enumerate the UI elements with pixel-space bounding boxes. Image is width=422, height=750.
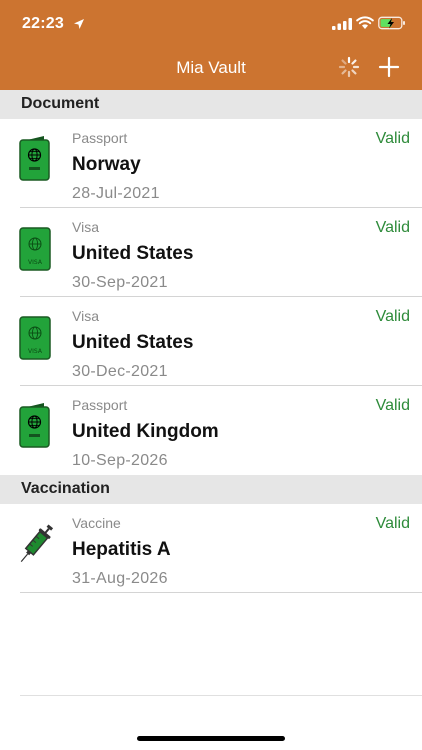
- passport-icon: [19, 136, 50, 181]
- wifi-icon: [356, 16, 374, 29]
- status-badge: Valid: [375, 397, 410, 414]
- status-badge: Valid: [375, 308, 410, 325]
- document-type: Passport: [72, 130, 128, 146]
- list-item[interactable]: Passport United Kingdom 10-Sep-2026 Vali…: [0, 386, 422, 475]
- document-date: 30-Dec-2021: [72, 363, 168, 380]
- svg-text:VISA: VISA: [28, 348, 43, 355]
- status-bar: 22:23: [0, 0, 422, 48]
- document-name: Hepatitis A: [72, 539, 171, 560]
- add-button[interactable]: [378, 56, 400, 78]
- document-date: 31-Aug-2026: [72, 570, 168, 587]
- navigation-header: 22:23 Mia Vault: [0, 0, 422, 90]
- document-name: Norway: [72, 154, 141, 175]
- cellular-signal-icon: [332, 18, 352, 30]
- syringe-icon: [20, 524, 54, 563]
- document-date: 10-Sep-2026: [72, 452, 168, 469]
- passport-icon: [19, 403, 50, 448]
- section-header-document: Document: [0, 90, 422, 119]
- location-arrow-icon: [74, 19, 84, 29]
- document-date: 30-Sep-2021: [72, 274, 168, 291]
- section-title: Vaccination: [21, 480, 110, 497]
- status-badge: Valid: [375, 130, 410, 147]
- battery-charging-icon: [378, 16, 405, 30]
- list-item[interactable]: VISA Visa United States 30-Dec-2021 Vali…: [0, 297, 422, 386]
- document-type: Visa: [72, 308, 99, 324]
- visa-icon: VISA: [19, 316, 51, 360]
- list-item[interactable]: Passport Norway 28-Jul-2021 Valid: [0, 119, 422, 208]
- divider: [20, 695, 422, 696]
- document-date: 28-Jul-2021: [72, 185, 160, 202]
- status-time: 22:23: [22, 15, 64, 32]
- divider: [20, 592, 422, 593]
- home-indicator[interactable]: [137, 736, 285, 741]
- document-type: Passport: [72, 397, 128, 413]
- list-item[interactable]: VISA Visa United States 30-Sep-2021 Vali…: [0, 208, 422, 297]
- visa-icon: VISA: [19, 227, 51, 271]
- status-badge: Valid: [375, 515, 410, 532]
- document-name: United Kingdom: [72, 421, 219, 442]
- status-badge: Valid: [375, 219, 410, 236]
- loading-spinner-icon: [338, 56, 360, 78]
- document-type: Vaccine: [72, 515, 121, 531]
- list-item[interactable]: Vaccine Hepatitis A 31-Aug-2026 Valid: [0, 504, 422, 593]
- document-type: Visa: [72, 219, 99, 235]
- section-title: Document: [21, 95, 100, 112]
- document-name: United States: [72, 332, 194, 353]
- document-name: United States: [72, 243, 194, 264]
- section-header-vaccination: Vaccination: [0, 475, 422, 504]
- svg-text:VISA: VISA: [28, 259, 43, 266]
